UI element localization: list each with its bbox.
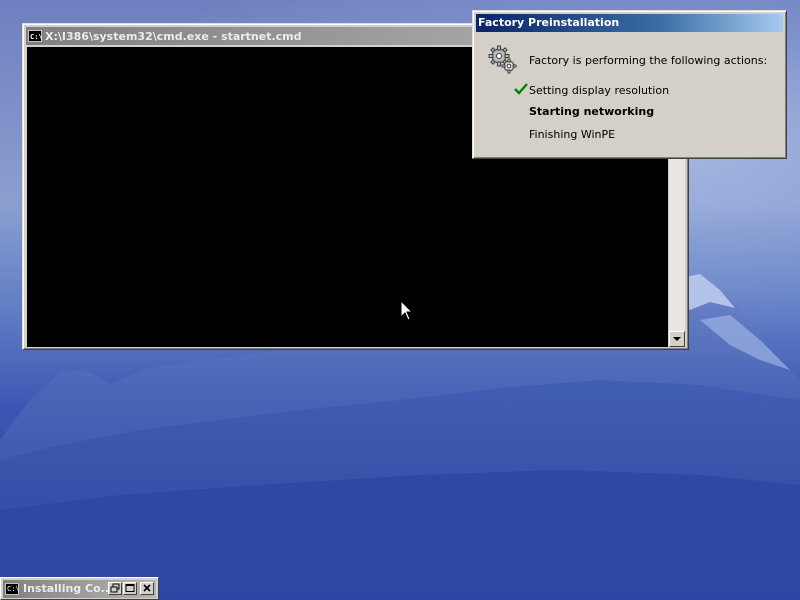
step-completed: Setting display resolution: [529, 84, 670, 97]
factory-titlebar[interactable]: Factory Preinstallation: [476, 14, 783, 32]
restore-icon: [110, 583, 120, 593]
cmd-window-title: X:\I386\system32\cmd.exe - startnet.cmd: [45, 29, 302, 43]
step-in-progress: Starting networking: [529, 105, 655, 118]
close-icon: [143, 584, 151, 592]
maximize-button[interactable]: [123, 582, 137, 595]
minimized-window-title: Installing Co...: [23, 582, 114, 595]
maximize-icon: [125, 584, 135, 592]
console-icon: C:\: [28, 30, 43, 42]
triangle-down-icon: [673, 337, 681, 341]
minimized-titlebar[interactable]: C:\ Installing Co...: [3, 580, 156, 598]
restore-button[interactable]: [108, 582, 122, 595]
checkmark-icon: [514, 83, 528, 95]
factory-preinstallation-dialog[interactable]: Factory Preinstallation Factory is perfo…: [472, 10, 787, 159]
step-pending: Finishing WinPE: [529, 128, 616, 141]
mouse-pointer-icon: [400, 299, 414, 322]
scroll-down-button[interactable]: [669, 331, 685, 347]
factory-heading: Factory is performing the following acti…: [529, 54, 768, 67]
console-icon: C:\: [5, 583, 20, 595]
gears-icon: [488, 45, 517, 74]
minimized-window[interactable]: C:\ Installing Co...: [0, 577, 159, 600]
close-button[interactable]: [140, 582, 154, 595]
